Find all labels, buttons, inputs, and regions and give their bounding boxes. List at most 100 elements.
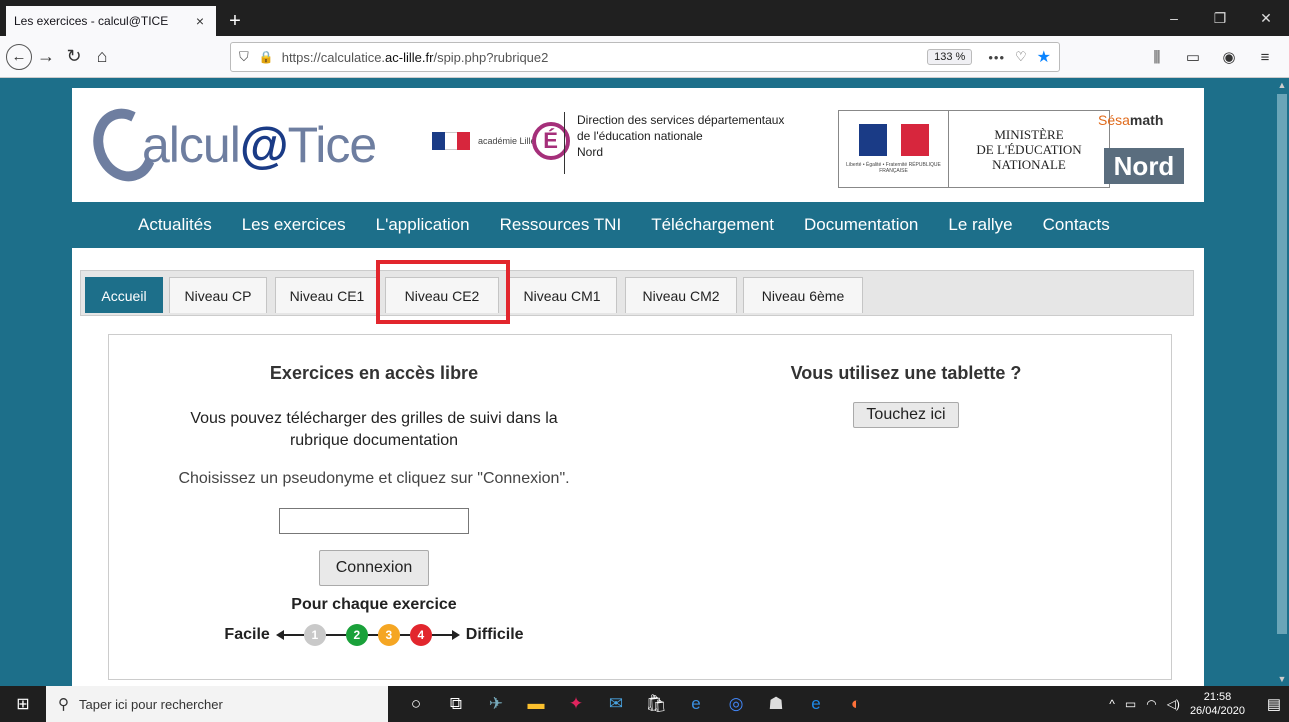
- page-viewport: alcul@Tice académie Lille É Direction de…: [0, 78, 1275, 686]
- tablet-heading: Vous utilisez une tablette ?: [790, 363, 1022, 383]
- dsden-text: Direction des services départementaux de…: [564, 112, 784, 174]
- tab-niveau-cp[interactable]: Niveau CP: [169, 277, 267, 313]
- shield-icon[interactable]: ⛉: [239, 49, 249, 65]
- clock[interactable]: 21:58 26/04/2020: [1190, 690, 1245, 718]
- wifi-icon[interactable]: ◠: [1146, 697, 1156, 711]
- menu-item-exercices[interactable]: Les exercices: [242, 215, 346, 235]
- firefox-icon[interactable]: ◐: [836, 686, 876, 722]
- close-window-button[interactable]: ✕: [1243, 0, 1289, 36]
- sidebar-icon[interactable]: ▭: [1175, 42, 1211, 72]
- windows-start-icon[interactable]: ⊞: [0, 686, 46, 722]
- notification-icon[interactable]: ▤: [1259, 695, 1289, 713]
- main-menu: Actualités Les exercices L'application R…: [72, 202, 1204, 248]
- level-2-icon: 2: [345, 624, 368, 646]
- window-controls: – ❐ ✕: [1151, 0, 1289, 36]
- connexion-button[interactable]: Connexion: [318, 550, 430, 586]
- home-panel: Exercices en accès libre Vous pouvez tél…: [108, 334, 1172, 680]
- tab-niveau-cm1[interactable]: Niveau CM1: [507, 277, 617, 313]
- level-3-icon: 3: [377, 624, 400, 646]
- back-button[interactable]: ←: [6, 43, 32, 70]
- reload-button[interactable]: ↻: [60, 43, 88, 71]
- app-icon-2[interactable]: ☗: [756, 686, 796, 722]
- menu-icon[interactable]: ≡: [1247, 42, 1283, 72]
- academie-logo: académie Lille É: [432, 122, 570, 160]
- tab-highlight-box: [376, 260, 510, 324]
- chrome-icon[interactable]: ◎: [716, 686, 756, 722]
- pseudo-label: Choisissez un pseudonyme et cliquez sur …: [178, 470, 570, 487]
- pocket-icon[interactable]: ♡: [1015, 49, 1027, 65]
- tab-niveau-6eme[interactable]: Niveau 6ème: [743, 277, 863, 313]
- french-flag-icon: [432, 132, 471, 150]
- forward-button[interactable]: →: [32, 43, 60, 71]
- new-tab-button[interactable]: +: [220, 6, 250, 36]
- menu-item-contacts[interactable]: Contacts: [1043, 215, 1110, 235]
- page-scrollbar[interactable]: ▲ ▼: [1275, 78, 1289, 686]
- browser-tab[interactable]: Les exercices - calcul@TICE ×: [6, 6, 216, 36]
- left-arrow-icon: [275, 630, 284, 640]
- tab-close-icon[interactable]: ×: [192, 13, 208, 29]
- level-4-icon: 4: [409, 624, 432, 646]
- search-placeholder: Taper ici pour rechercher: [79, 696, 223, 712]
- bookmark-star-icon[interactable]: ★: [1037, 47, 1051, 67]
- toolbar-right: ⫼ ▭ ◉ ≡: [1139, 42, 1283, 72]
- menu-item-application[interactable]: L'application: [376, 215, 470, 235]
- tab-niveau-ce1[interactable]: Niveau CE1: [275, 277, 379, 313]
- maximize-button[interactable]: ❐: [1197, 0, 1243, 36]
- ie-icon[interactable]: e: [676, 686, 716, 722]
- windows-taskbar: ⊞ ⚲ Taper ici pour rechercher ○ ⧉ ✈ ▬ ✦ …: [0, 686, 1289, 722]
- level-1-icon: 1: [303, 624, 326, 646]
- battery-icon[interactable]: ▭: [1125, 697, 1136, 711]
- home-button[interactable]: ⌂: [88, 43, 116, 71]
- site-container: alcul@Tice académie Lille É Direction de…: [72, 88, 1204, 686]
- marianne-icon: [858, 124, 929, 156]
- scroll-thumb[interactable]: [1277, 94, 1287, 634]
- chevron-up-icon[interactable]: ^: [1109, 697, 1115, 711]
- browser-navbar: ← → ↻ ⌂ ⛉ 🔒 https://calculatice. ac-lille…: [0, 36, 1289, 78]
- tab-niveau-cm2[interactable]: Niveau CM2: [625, 277, 737, 313]
- grids-description: Vous pouvez télécharger des grilles de s…: [190, 410, 558, 449]
- taskbar-search[interactable]: ⚲ Taper ici pour rechercher: [46, 686, 388, 722]
- zoom-indicator[interactable]: 133 %: [927, 49, 973, 65]
- mail-icon[interactable]: ✉: [596, 686, 636, 722]
- touch-here-button[interactable]: Touchez ici: [853, 402, 959, 428]
- search-icon: ⚲: [58, 696, 69, 713]
- cortana-icon[interactable]: ○: [396, 686, 436, 722]
- scroll-down-icon[interactable]: ▼: [1275, 672, 1289, 686]
- difficulty-title: Pour chaque exercice: [291, 596, 457, 613]
- menu-item-rallye[interactable]: Le rallye: [948, 215, 1012, 235]
- library-icon[interactable]: ⫼: [1139, 42, 1175, 72]
- tab-accueil[interactable]: Accueil: [85, 277, 163, 313]
- easy-label: Facile: [224, 626, 270, 643]
- edge-icon[interactable]: e: [796, 686, 836, 722]
- nord-logo: Nord: [1104, 148, 1184, 184]
- store-icon[interactable]: 🛍: [636, 686, 676, 722]
- level-tabs: Accueil Niveau CP Niveau CE1 Niveau CE2 …: [80, 270, 1194, 316]
- free-access-column: Exercices en accès libre Vous pouvez tél…: [109, 335, 639, 646]
- app-icon-1[interactable]: ✈: [476, 686, 516, 722]
- menu-item-documentation[interactable]: Documentation: [804, 215, 918, 235]
- free-access-heading: Exercices en accès libre: [269, 363, 479, 383]
- tab-title: Les exercices - calcul@TICE: [14, 14, 169, 28]
- ministere-logo: Liberté • Égalité • Fraternité RÉPUBLIQU…: [838, 110, 1110, 188]
- minimize-button[interactable]: –: [1151, 0, 1197, 36]
- scroll-up-icon[interactable]: ▲: [1275, 78, 1289, 92]
- calculatice-logo[interactable]: alcul@Tice: [83, 99, 377, 191]
- menu-item-actualites[interactable]: Actualités: [138, 215, 212, 235]
- menu-item-ressources[interactable]: Ressources TNI: [500, 215, 622, 235]
- gift-icon[interactable]: ✦: [556, 686, 596, 722]
- page-actions-icon[interactable]: •••: [988, 50, 1005, 65]
- lock-icon[interactable]: 🔒: [259, 50, 274, 64]
- account-icon[interactable]: ◉: [1211, 42, 1247, 72]
- difficulty-scale: Facile 1 2 3 4 Difficile: [109, 624, 639, 646]
- menu-item-telechargement[interactable]: Téléchargement: [651, 215, 774, 235]
- url-domain: ac-lille.fr: [385, 49, 434, 65]
- site-header: alcul@Tice académie Lille É Direction de…: [72, 88, 1204, 202]
- task-view-icon[interactable]: ⧉: [436, 686, 476, 722]
- logo-c-shape: [83, 99, 167, 191]
- logo-text: alcul@Tice: [142, 117, 377, 173]
- pseudo-input[interactable]: [279, 508, 469, 534]
- file-explorer-icon[interactable]: ▬: [516, 686, 556, 722]
- url-bar[interactable]: ⛉ 🔒 https://calculatice. ac-lille.fr/spip…: [230, 42, 1060, 72]
- url-path: /spip.php?rubrique2: [433, 49, 549, 65]
- volume-icon[interactable]: ◁): [1167, 697, 1180, 711]
